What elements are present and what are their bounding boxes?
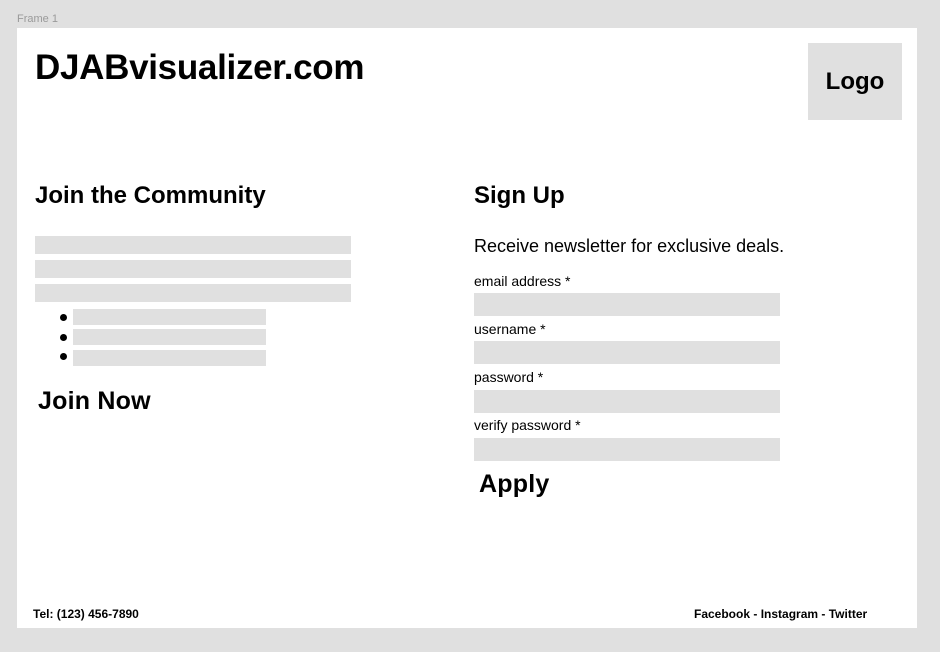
twitter-link[interactable]: Twitter <box>829 607 867 621</box>
page-frame: DJABvisualizer.com Logo Join the Communi… <box>17 28 917 628</box>
username-label: username * <box>474 321 546 337</box>
newsletter-description: Receive newsletter for exclusive deals. <box>474 236 785 256</box>
verify-password-label: verify password * <box>474 417 581 433</box>
facebook-link[interactable]: Facebook <box>694 607 750 621</box>
password-label: password * <box>474 369 544 385</box>
list-item-placeholder <box>73 350 266 366</box>
verify-password-field[interactable] <box>474 438 780 461</box>
frame-label: Frame 1 <box>17 13 58 25</box>
apply-button[interactable]: Apply <box>479 470 549 499</box>
password-field[interactable] <box>474 390 780 413</box>
list-item-placeholder <box>73 309 266 325</box>
bullet-icon <box>60 314 67 321</box>
list-item-placeholder <box>73 329 266 345</box>
join-now-button[interactable]: Join Now <box>38 387 151 416</box>
community-heading: Join the Community <box>35 182 266 209</box>
site-title[interactable]: DJABvisualizer.com <box>35 48 364 88</box>
instagram-link[interactable]: Instagram <box>761 607 818 621</box>
email-field[interactable] <box>474 293 780 316</box>
bullet-icon <box>60 353 67 360</box>
email-label: email address * <box>474 273 571 289</box>
footer-separator: - <box>750 607 761 621</box>
footer-social-links: Facebook - Instagram - Twitter <box>694 607 867 621</box>
footer-phone: Tel: (123) 456-7890 <box>33 607 139 621</box>
footer-separator: - <box>818 607 829 621</box>
bullet-icon <box>60 334 67 341</box>
username-field[interactable] <box>474 341 780 364</box>
logo[interactable]: Logo <box>808 43 902 120</box>
text-placeholder-line <box>35 236 351 254</box>
text-placeholder-line <box>35 260 351 278</box>
logo-label: Logo <box>825 67 885 95</box>
signup-heading: Sign Up <box>474 182 565 209</box>
text-placeholder-line <box>35 284 351 302</box>
